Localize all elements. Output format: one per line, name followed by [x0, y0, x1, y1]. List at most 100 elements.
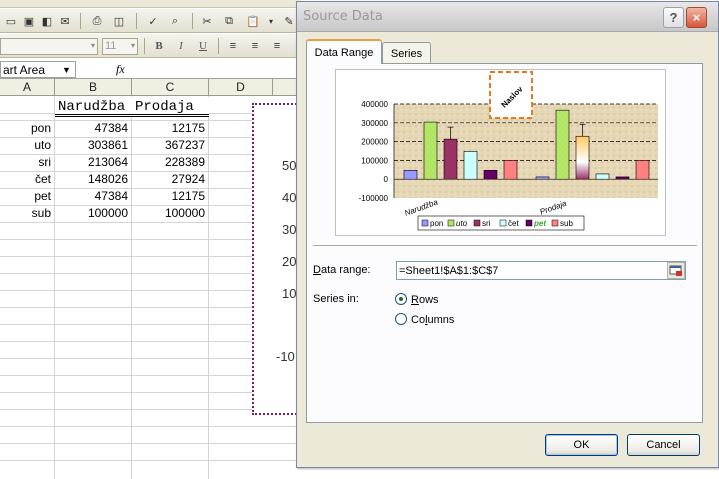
cell-day[interactable]: sri — [0, 154, 54, 171]
bar-uto-Narudžba — [423, 121, 438, 180]
align-left-icon[interactable]: ≡ — [224, 37, 242, 55]
cell-prodaja[interactable]: 27924 — [132, 171, 208, 188]
bar-čet-Narudžba — [463, 151, 478, 180]
legend-swatch-uto — [447, 219, 455, 227]
align-center-icon[interactable]: ≡ — [246, 37, 264, 55]
bold-icon[interactable]: B — [150, 37, 168, 55]
radio-rows-label[interactable]: Rows — [411, 294, 439, 306]
cell-day[interactable]: sub — [0, 205, 54, 222]
data-range-input[interactable]: =Sheet1!$A$1:$C$7 — [396, 261, 686, 280]
chart-svg: 400000 300000 200000 100000 0 -100000 Narudžb… — [359, 71, 658, 231]
chart-legend: pon uto sri čet pet sub — [417, 215, 585, 231]
radio-columns[interactable] — [395, 313, 407, 325]
chevron-down-icon[interactable]: ▼ — [62, 65, 71, 75]
bar-sri-Narudžba — [443, 138, 458, 180]
y-tick-label: 300000 — [361, 119, 388, 128]
chart-axis-label: 30 — [282, 222, 297, 237]
bar-sub-Narudžba — [503, 160, 518, 180]
tab-data-range[interactable]: Data Range — [306, 39, 382, 64]
y-tick-label: 200000 — [361, 138, 388, 147]
fx-icon[interactable]: fx — [116, 62, 125, 77]
cell-prodaja[interactable]: 228389 — [132, 154, 208, 171]
italic-icon[interactable]: I — [172, 37, 190, 55]
align-right-icon[interactable]: ≡ — [268, 37, 286, 55]
y-tick-label: 400000 — [361, 100, 388, 109]
research-icon[interactable]: ⌕ — [166, 12, 184, 30]
legend-label-pet: pet — [533, 219, 546, 228]
cancel-button[interactable]: Cancel — [627, 434, 700, 456]
data-range-label: Data range: — [313, 264, 371, 276]
cell-c1[interactable]: Prodaja — [132, 97, 209, 117]
cell-day[interactable]: čet — [0, 171, 54, 188]
source-data-dialog: Source Data ? × Data Range Series 400000… — [296, 1, 719, 468]
legend-label-sub: sub — [560, 219, 573, 228]
legend-swatch-pon — [421, 219, 429, 227]
spelling-icon[interactable]: ✓ — [144, 12, 162, 30]
paste-icon[interactable]: 📋 — [244, 12, 262, 30]
cell-narudzba[interactable]: 303861 — [55, 137, 131, 154]
legend-swatch-čet — [499, 219, 507, 227]
standard-toolbar: ▭ ▣ ◧ ✉ ⎙ ◫ ✓ ⌕ ✂ ⧉ 📋 ▾ ✎ — [0, 9, 300, 33]
radio-columns-label[interactable]: Columns — [411, 314, 454, 326]
legend-label-pon: pon — [430, 219, 443, 228]
cell-prodaja[interactable]: 12175 — [132, 120, 208, 137]
close-button[interactable]: × — [686, 7, 707, 28]
dialog-titlebar[interactable]: Source Data ? × — [297, 2, 718, 32]
legend-label-čet: čet — [508, 219, 519, 228]
cut-icon[interactable]: ✂ — [198, 12, 216, 30]
cell-prodaja[interactable]: 12175 — [132, 188, 208, 205]
help-button[interactable]: ? — [663, 7, 684, 28]
cell-prodaja[interactable]: 367237 — [132, 137, 208, 154]
cell-narudzba[interactable]: 47384 — [55, 120, 131, 137]
formatting-toolbar: ▾ 11 ▾ B I U ≡ ≡ ≡ — [0, 34, 300, 58]
print-icon[interactable]: ⎙ — [88, 12, 106, 30]
copy-icon[interactable]: ⧉ — [220, 12, 238, 30]
cell-day[interactable]: uto — [0, 137, 54, 154]
column-header-b[interactable]: B — [55, 79, 132, 96]
open-icon[interactable]: ▭ — [2, 12, 20, 30]
chart-preview: 400000 300000 200000 100000 0 -100000 Narudžb… — [335, 69, 666, 236]
y-tick-label: -100000 — [359, 194, 389, 203]
bar-pet-Prodaja — [615, 176, 630, 180]
legend-label-uto: uto — [456, 219, 468, 228]
column-header-d[interactable]: D — [209, 79, 273, 96]
save-icon[interactable]: ▣ — [20, 12, 38, 30]
menu-bar — [0, 0, 300, 8]
chart-axis-label: -10 — [276, 349, 295, 364]
column-headers: A B C D — [0, 79, 300, 96]
ok-button[interactable]: OK — [545, 434, 618, 456]
embedded-chart[interactable]: 50 40 30 20 10 -10 — [252, 103, 300, 415]
cell-b1[interactable]: Narudžba — [55, 97, 132, 117]
series-in-label: Series in: — [313, 293, 359, 305]
tab-series[interactable]: Series — [382, 42, 431, 64]
chart-axis-label: 50 — [282, 158, 297, 173]
column-header-a[interactable]: A — [0, 79, 55, 96]
print-preview-icon[interactable]: ◫ — [110, 12, 128, 30]
email-icon[interactable]: ✉ — [56, 12, 74, 30]
permission-icon[interactable]: ◧ — [38, 12, 56, 30]
column-header-c[interactable]: C — [132, 79, 209, 96]
legend-swatch-sri — [473, 219, 481, 227]
bar-čet-Prodaja — [595, 173, 610, 180]
cell-narudzba[interactable]: 213064 — [55, 154, 131, 171]
bar-sri-Prodaja — [575, 135, 590, 180]
cell-narudzba[interactable]: 100000 — [55, 205, 131, 222]
font-name-box[interactable]: ▾ — [0, 38, 98, 55]
cell-prodaja[interactable]: 100000 — [132, 205, 208, 222]
paste-dropdown-icon[interactable]: ▾ — [262, 12, 280, 30]
underline-icon[interactable]: U — [194, 37, 212, 55]
cell-narudzba[interactable]: 148026 — [55, 171, 131, 188]
font-size-box[interactable]: 11 ▾ — [102, 38, 138, 55]
chart-axis-label: 40 — [282, 190, 297, 205]
y-tick-label: 0 — [384, 175, 389, 184]
cell-narudzba[interactable]: 47384 — [55, 188, 131, 205]
radio-rows[interactable] — [395, 293, 407, 305]
dialog-title: Source Data — [303, 9, 383, 24]
collapse-dialog-button[interactable] — [667, 262, 685, 279]
cell-day[interactable]: pon — [0, 120, 54, 137]
legend-swatch-pet — [525, 219, 533, 227]
y-tick-label: 100000 — [361, 156, 388, 165]
bar-pet-Narudžba — [483, 169, 498, 180]
cell-day[interactable]: pet — [0, 188, 54, 205]
name-box[interactable]: art Area ▼ — [0, 61, 76, 78]
